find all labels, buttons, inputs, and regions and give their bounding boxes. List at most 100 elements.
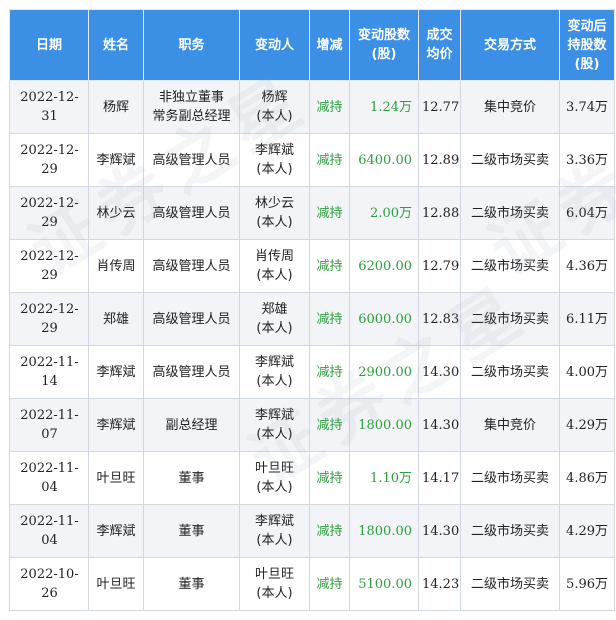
cell-trade-method: 二级市场买卖: [460, 239, 560, 293]
cell-shares-changed: 6000.00: [349, 292, 419, 346]
cell-avg-price: 14.30: [418, 398, 461, 452]
table-row: 2022-12-31 杨辉 非独立董事 常务副总经理 杨辉 (本人) 减持 1.24万 12…: [9, 80, 615, 134]
table-row: 2022-12-29 肖传周 高级管理人员 肖传周 (本人) 减持 6200.00 12.7…: [9, 239, 615, 293]
cell-holdings-after: 4.00万: [559, 345, 615, 399]
cell-date: 2022-11-14: [9, 345, 89, 399]
cell-trade-method: 二级市场买卖: [460, 557, 560, 611]
header-shares: 变动股数 (股): [349, 9, 419, 81]
cell-changer: 郑雄 (本人): [239, 292, 310, 346]
cell-trade-method: 二级市场买卖: [460, 451, 560, 505]
header-changer: 变动人: [239, 9, 310, 81]
cell-name: 叶旦旺: [88, 451, 144, 505]
cell-direction: 减持: [309, 451, 350, 505]
cell-date: 2022-10-26: [9, 557, 89, 611]
cell-date: 2022-12-29: [9, 292, 89, 346]
cell-shares-changed: 5100.00: [349, 557, 419, 611]
cell-name: 郑雄: [88, 292, 144, 346]
header-position: 职务: [143, 9, 240, 81]
cell-changer: 杨辉 (本人): [239, 80, 310, 134]
cell-avg-price: 12.79: [418, 239, 461, 293]
cell-name: 李辉斌: [88, 345, 144, 399]
table-row: 2022-12-29 李辉斌 高级管理人员 李辉斌 (本人) 减持 6400.00 12.8…: [9, 133, 615, 187]
table-row: 2022-12-29 郑雄 高级管理人员 郑雄 (本人) 减持 6000.00 12.83 二…: [9, 292, 615, 346]
cell-shares-changed: 2.00万: [349, 186, 419, 240]
cell-holdings-after: 5.96万: [559, 557, 615, 611]
cell-holdings-after: 4.36万: [559, 239, 615, 293]
cell-name: 杨辉: [88, 80, 144, 134]
cell-changer: 李辉斌 (本人): [239, 398, 310, 452]
cell-trade-method: 二级市场买卖: [460, 292, 560, 346]
cell-date: 2022-11-04: [9, 451, 89, 505]
cell-holdings-after: 3.74万: [559, 80, 615, 134]
header-price: 成交 均价: [418, 9, 461, 81]
cell-direction: 减持: [309, 186, 350, 240]
header-method: 交易方式: [460, 9, 560, 81]
cell-avg-price: 14.30: [418, 345, 461, 399]
cell-changer: 李辉斌 (本人): [239, 133, 310, 187]
cell-holdings-after: 4.86万: [559, 451, 615, 505]
cell-name: 李辉斌: [88, 398, 144, 452]
cell-avg-price: 12.88: [418, 186, 461, 240]
table-header-row: 日期 姓名 职务 变动人 增减 变动股数 (股) 成交 均价 交易方式 变动后 …: [9, 9, 615, 81]
cell-trade-method: 二级市场买卖: [460, 504, 560, 558]
cell-name: 李辉斌: [88, 504, 144, 558]
cell-avg-price: 14.30: [418, 504, 461, 558]
cell-holdings-after: 6.11万: [559, 292, 615, 346]
cell-position: 高级管理人员: [143, 292, 240, 346]
cell-direction: 减持: [309, 239, 350, 293]
cell-trade-method: 二级市场买卖: [460, 186, 560, 240]
cell-avg-price: 12.83: [418, 292, 461, 346]
cell-position: 董事: [143, 451, 240, 505]
table-row: 2022-12-29 林少云 高级管理人员 林少云 (本人) 减持 2.00万 12.88 二…: [9, 186, 615, 240]
cell-changer: 叶旦旺 (本人): [239, 557, 310, 611]
header-direction: 增减: [309, 9, 350, 81]
cell-date: 2022-12-29: [9, 239, 89, 293]
cell-direction: 减持: [309, 345, 350, 399]
cell-date: 2022-12-29: [9, 133, 89, 187]
cell-position: 高级管理人员: [143, 133, 240, 187]
table-row: 2022-11-07 李辉斌 副总经理 李辉斌 (本人) 减持 1800.00 14.30 集…: [9, 398, 615, 452]
cell-holdings-after: 6.04万: [559, 186, 615, 240]
cell-direction: 减持: [309, 133, 350, 187]
insider-trades-table: 日期 姓名 职务 变动人 增减 变动股数 (股) 成交 均价 交易方式 变动后 …: [9, 9, 615, 611]
cell-changer: 叶旦旺 (本人): [239, 451, 310, 505]
cell-direction: 减持: [309, 504, 350, 558]
cell-position: 高级管理人员: [143, 186, 240, 240]
cell-shares-changed: 1800.00: [349, 398, 419, 452]
cell-changer: 林少云 (本人): [239, 186, 310, 240]
cell-position: 高级管理人员: [143, 345, 240, 399]
cell-changer: 李辉斌 (本人): [239, 504, 310, 558]
cell-name: 叶旦旺: [88, 557, 144, 611]
cell-direction: 减持: [309, 398, 350, 452]
cell-holdings-after: 4.29万: [559, 398, 615, 452]
cell-position: 董事: [143, 557, 240, 611]
table-row: 2022-11-04 叶旦旺 董事 叶旦旺 (本人) 减持 1.10万 14.17 二级市场买…: [9, 451, 615, 505]
cell-avg-price: 12.77: [418, 80, 461, 134]
cell-direction: 减持: [309, 557, 350, 611]
cell-shares-changed: 1.24万: [349, 80, 419, 134]
cell-shares-changed: 1.10万: [349, 451, 419, 505]
cell-trade-method: 集中竞价: [460, 80, 560, 134]
cell-name: 李辉斌: [88, 133, 144, 187]
cell-name: 林少云: [88, 186, 144, 240]
cell-date: 2022-11-04: [9, 504, 89, 558]
cell-date: 2022-12-29: [9, 186, 89, 240]
cell-trade-method: 二级市场买卖: [460, 345, 560, 399]
table-row: 2022-11-14 李辉斌 高级管理人员 李辉斌 (本人) 减持 2900.00 14.3…: [9, 345, 615, 399]
cell-avg-price: 12.89: [418, 133, 461, 187]
cell-name: 肖传周: [88, 239, 144, 293]
cell-date: 2022-11-07: [9, 398, 89, 452]
cell-holdings-after: 3.36万: [559, 133, 615, 187]
cell-trade-method: 集中竞价: [460, 398, 560, 452]
cell-holdings-after: 4.29万: [559, 504, 615, 558]
cell-position: 副总经理: [143, 398, 240, 452]
cell-position: 非独立董事 常务副总经理: [143, 80, 240, 134]
cell-avg-price: 14.17: [418, 451, 461, 505]
table-row: 2022-10-26 叶旦旺 董事 叶旦旺 (本人) 减持 5100.00 14.23 二级市…: [9, 557, 615, 611]
header-date: 日期: [9, 9, 89, 81]
cell-shares-changed: 6200.00: [349, 239, 419, 293]
cell-trade-method: 二级市场买卖: [460, 133, 560, 187]
cell-changer: 肖传周 (本人): [239, 239, 310, 293]
cell-position: 董事: [143, 504, 240, 558]
cell-direction: 减持: [309, 292, 350, 346]
